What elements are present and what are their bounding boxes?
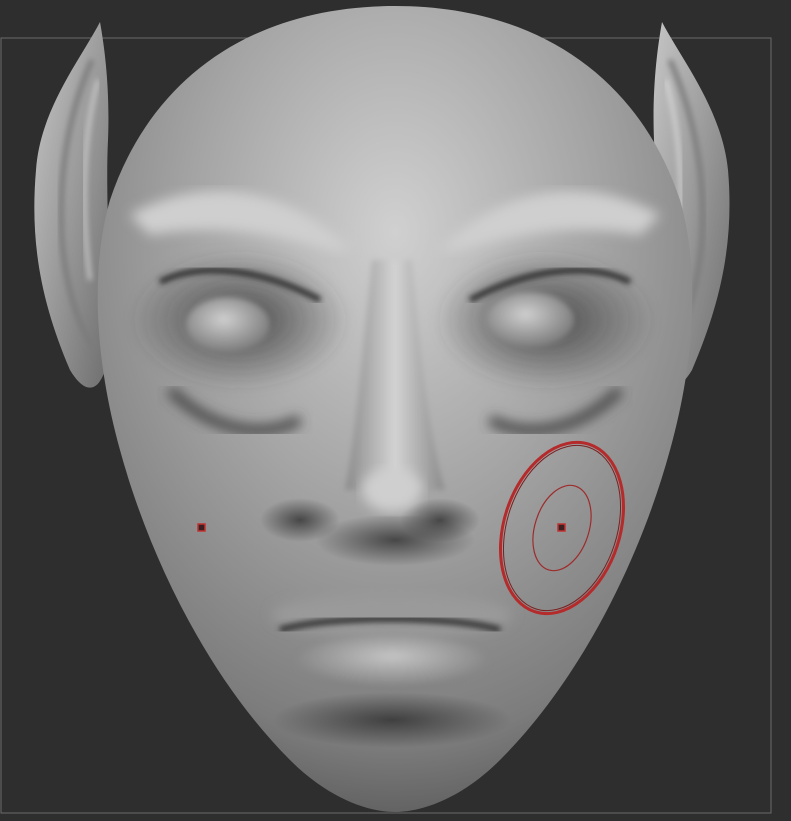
symmetry-point-icon [197, 523, 206, 532]
viewport-canvas[interactable] [0, 0, 791, 821]
sculpt-viewport[interactable] [0, 0, 791, 821]
mouth [272, 593, 512, 748]
left-ear [34, 22, 110, 388]
